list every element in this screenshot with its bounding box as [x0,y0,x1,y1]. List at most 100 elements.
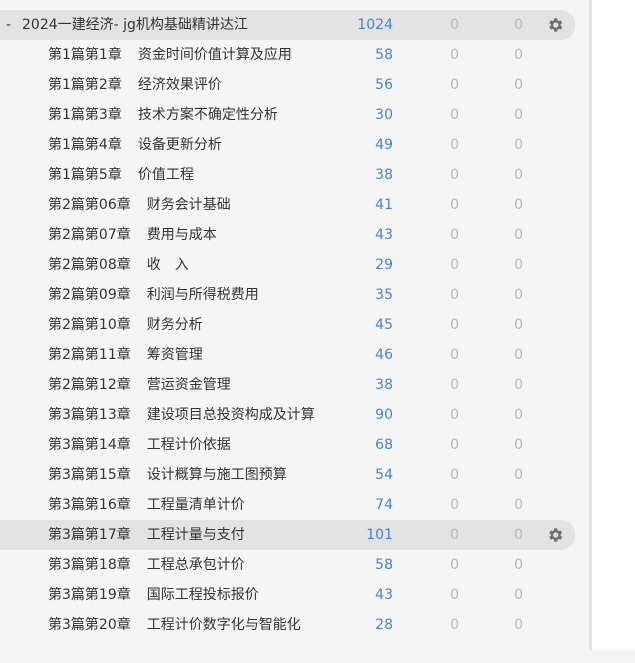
chapter-count-due: 0 [514,347,523,363]
chapter-title[interactable]: 第2篇第12章 营运资金管理 [48,370,231,400]
chapter-count-due: 0 [514,407,523,423]
gear-icon[interactable] [546,16,564,34]
chapter-count-new: 38 [375,377,393,393]
chapter-row[interactable]: 第3篇第16章 工程量清单计价 74 0 0 [0,490,589,520]
chapter-name: 工程总承包计价 [146,557,245,573]
chapter-count-new: 45 [375,317,393,333]
chapter-prefix: 第2篇第11章 [48,347,131,363]
chapter-count-learn: 0 [450,137,459,153]
chapter-count-new: 28 [375,617,393,633]
collapse-toggle[interactable]: - [6,10,18,40]
chapter-prefix: 第2篇第12章 [48,377,131,393]
chapter-count-new: 49 [375,137,393,153]
chapter-count-due: 0 [514,107,523,123]
chapter-count-learn: 0 [450,167,459,183]
chapter-row[interactable]: 第3篇第15章 设计概算与施工图预算 54 0 0 [0,460,589,490]
chapter-name: 建设项目总投资构成及计算 [146,407,315,423]
chapter-row[interactable]: 第2篇第08章收 入 29 0 0 [0,250,589,280]
chapter-count-due: 0 [514,257,523,273]
chapter-prefix: 第2篇第09章 [48,287,131,303]
chapter-name: 工程计价依据 [146,437,231,453]
chapter-count-learn: 0 [450,227,459,243]
chapter-row[interactable]: 第3篇第13章 建设项目总投资构成及计算 90 0 0 [0,400,589,430]
chapter-count-due: 0 [514,77,523,93]
chapter-name: 设计概算与施工图预算 [146,467,287,483]
chapter-row[interactable]: 第2篇第09章 利润与所得税费用 35 0 0 [0,280,589,310]
deck-count-due: 0 [514,17,523,33]
chapter-row[interactable]: 第2篇第07章 费用与成本 43 0 0 [0,220,589,250]
chapter-count-new: 54 [375,467,393,483]
chapter-title[interactable]: 第1篇第1章 资金时间价值计算及应用 [48,40,292,70]
chapter-title[interactable]: 第1篇第4章 设备更新分析 [48,130,222,160]
chapter-count-new: 35 [375,287,393,303]
chapter-prefix: 第3篇第17章 [48,527,131,543]
chapter-count-learn: 0 [450,557,459,573]
chapter-count-learn: 0 [450,437,459,453]
chapter-prefix: 第3篇第18章 [48,557,131,573]
chapter-count-learn: 0 [450,107,459,123]
chapter-title[interactable]: 第1篇第2章 经济效果评价 [48,70,222,100]
chapter-count-due: 0 [514,557,523,573]
chapter-prefix: 第1篇第5章 [48,167,122,183]
chapter-count-due: 0 [514,497,523,513]
deck-list-panel: - 2024一建经济- jg机构基础精讲达江 1024 0 0 第1篇第1章 资金… [0,0,589,663]
chapter-row[interactable]: 第1篇第3章 技术方案不确定性分析 30 0 0 [0,100,589,130]
gear-icon[interactable] [546,526,564,544]
chapter-row[interactable]: 第3篇第18章 工程总承包计价 58 0 0 [0,550,589,580]
chapter-row[interactable]: 第2篇第06章 财务会计基础 41 0 0 [0,190,589,220]
chapter-count-learn: 0 [450,377,459,393]
chapter-count-learn: 0 [450,77,459,93]
chapter-count-new: 90 [375,407,393,423]
chapter-row[interactable]: 第2篇第11章 筹资管理 46 0 0 [0,340,589,370]
chapter-title[interactable]: 第1篇第3章 技术方案不确定性分析 [48,100,278,130]
chapter-title[interactable]: 第3篇第19章 国际工程投标报价 [48,580,259,610]
chapter-title[interactable]: 第2篇第10章 财务分析 [48,310,203,340]
chapter-count-learn: 0 [450,497,459,513]
chapter-count-due: 0 [514,227,523,243]
chapter-title[interactable]: 第2篇第08章收 入 [48,250,189,280]
chapter-row[interactable]: 第1篇第4章 设备更新分析 49 0 0 [0,130,589,160]
chapter-row[interactable]: 第3篇第20章 工程计价数字化与智能化 28 0 0 [0,610,589,640]
chapter-title[interactable]: 第3篇第18章 工程总承包计价 [48,550,245,580]
chapter-name: 利润与所得税费用 [146,287,259,303]
chapter-count-new: 56 [375,77,393,93]
chapter-prefix: 第3篇第19章 [48,587,131,603]
chapter-name: 设备更新分析 [137,137,222,153]
chapter-row[interactable]: 第3篇第19章 国际工程投标报价 43 0 0 [0,580,589,610]
chapter-prefix: 第2篇第06章 [48,197,131,213]
chapter-name: 营运资金管理 [146,377,231,393]
chapter-title[interactable]: 第2篇第06章 财务会计基础 [48,190,231,220]
chapter-count-learn: 0 [450,47,459,63]
chapter-row[interactable]: 第2篇第12章 营运资金管理 38 0 0 [0,370,589,400]
chapter-count-new: 74 [375,497,393,513]
chapter-row[interactable]: 第1篇第5章 价值工程 38 0 0 [0,160,589,190]
chapter-count-new: 38 [375,167,393,183]
chapter-count-new: 30 [375,107,393,123]
chapter-title[interactable]: 第3篇第20章 工程计价数字化与智能化 [48,610,301,640]
deck-row[interactable]: - 2024一建经济- jg机构基础精讲达江 1024 0 0 [0,10,575,40]
chapter-title[interactable]: 第2篇第11章 筹资管理 [48,340,203,370]
chapter-row[interactable]: 第1篇第2章 经济效果评价 56 0 0 [0,70,589,100]
chapter-title[interactable]: 第3篇第15章 设计概算与施工图预算 [48,460,287,490]
chapter-row[interactable]: 第3篇第17章 工程计量与支付 101 0 0 [0,520,575,550]
chapter-title[interactable]: 第1篇第5章 价值工程 [48,160,194,190]
deck-title[interactable]: 2024一建经济- jg机构基础精讲达江 [22,10,248,40]
chapter-row[interactable]: 第2篇第10章 财务分析 45 0 0 [0,310,589,340]
chapter-count-learn: 0 [450,527,459,543]
chapter-name: 费用与成本 [146,227,217,243]
chapter-title[interactable]: 第3篇第16章 工程量清单计价 [48,490,245,520]
chapter-row[interactable]: 第3篇第14章 工程计价依据 68 0 0 [0,430,589,460]
chapter-title[interactable]: 第3篇第13章 建设项目总投资构成及计算 [48,400,315,430]
chapter-count-new: 46 [375,347,393,363]
chapter-row[interactable]: 第1篇第1章 资金时间价值计算及应用 58 0 0 [0,40,589,70]
chapter-title[interactable]: 第3篇第17章 工程计量与支付 [48,520,245,550]
chapter-prefix: 第2篇第07章 [48,227,131,243]
chapter-title[interactable]: 第2篇第09章 利润与所得税费用 [48,280,259,310]
chapter-prefix: 第1篇第3章 [48,107,122,123]
chapter-count-due: 0 [514,197,523,213]
chapter-title[interactable]: 第2篇第07章 费用与成本 [48,220,217,250]
bottom-bar [0,650,635,663]
chapter-count-learn: 0 [450,287,459,303]
chapter-name: 工程量清单计价 [146,497,245,513]
chapter-title[interactable]: 第3篇第14章 工程计价依据 [48,430,231,460]
